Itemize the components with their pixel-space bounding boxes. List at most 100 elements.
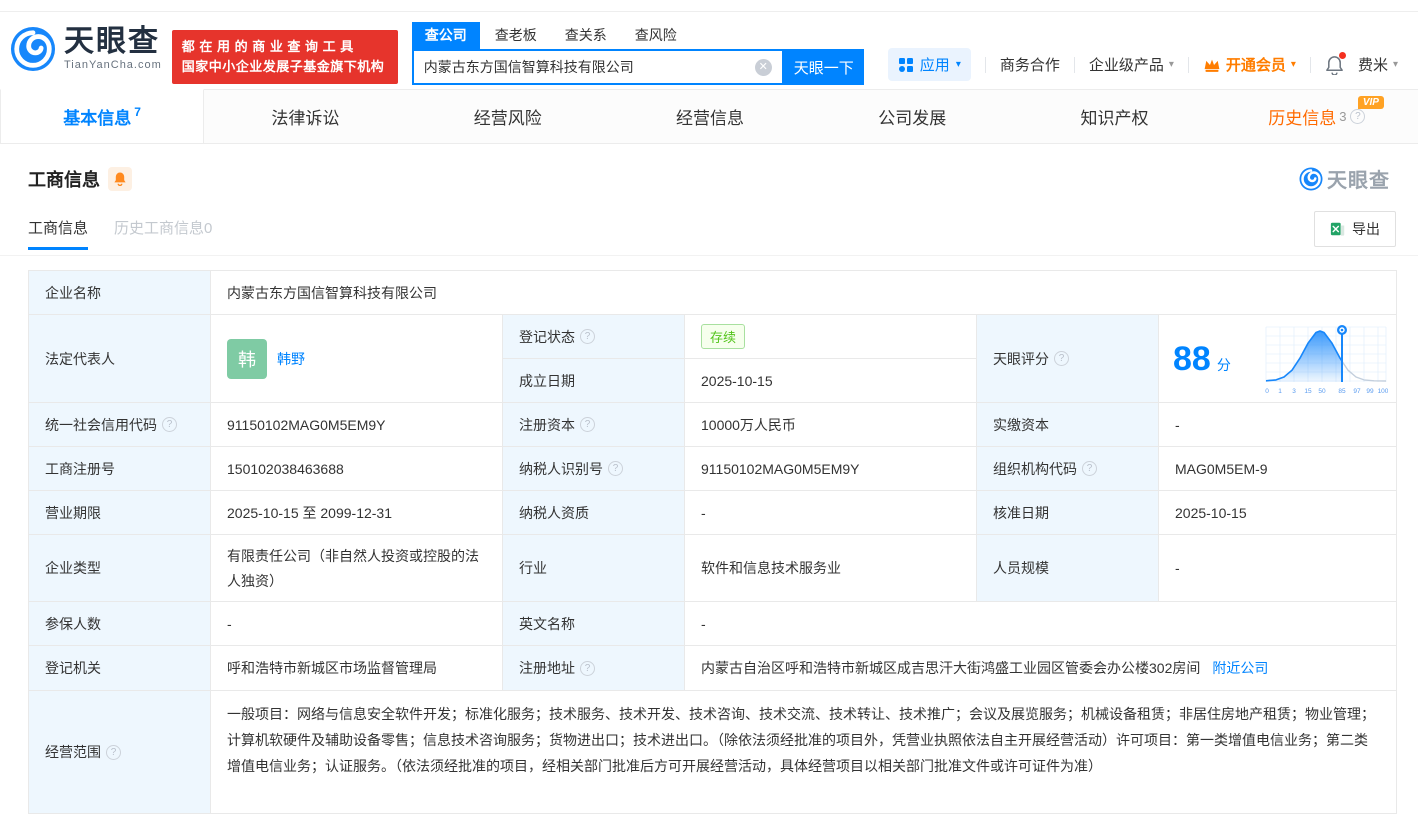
svg-text:3: 3 — [1292, 388, 1296, 395]
subtab-business-registration[interactable]: 工商信息 — [28, 217, 88, 250]
chevron-down-icon: ▾ — [1393, 59, 1398, 70]
menu-divider — [1074, 57, 1075, 73]
help-icon[interactable]: ? — [580, 417, 595, 432]
english-name-label-cell: 英文名称 — [503, 602, 685, 646]
top-header: 天眼查 TianYanCha.com 都 在 用 的 商 业 查 询 工 具 国… — [0, 12, 1418, 89]
subtab-history-registration[interactable]: 历史工商信息0 — [114, 217, 212, 250]
tab-basic-info[interactable]: 基本信息 7 — [0, 89, 204, 143]
vip-crown-icon — [1203, 57, 1221, 73]
legal-rep-value-cell: 韩 韩野 — [211, 315, 503, 403]
insured-count-text: - — [227, 616, 232, 632]
staff-size-label: 人员规模 — [993, 558, 1049, 578]
score-label-cell: 天眼评分 ? — [977, 315, 1159, 403]
taxpayer-quality-text: - — [701, 505, 706, 521]
business-cooperation-link[interactable]: 商务合作 — [1000, 54, 1060, 75]
establish-date-label-cell: 成立日期 — [503, 359, 685, 403]
user-account-menu[interactable]: 费米 ▾ — [1358, 54, 1398, 75]
org-code-label-cell: 组织机构代码 ? — [977, 447, 1159, 491]
svg-text:0: 0 — [1265, 388, 1269, 395]
legal-rep-avatar[interactable]: 韩 — [227, 339, 267, 379]
menu-divider — [1188, 57, 1189, 73]
org-code-text: MAG0M5EM-9 — [1175, 461, 1268, 477]
table-row: 企业名称 内蒙古东方国信智算科技有限公司 — [29, 271, 1396, 315]
tab-intellectual-property[interactable]: 知识产权 — [1013, 90, 1215, 143]
company-name-label: 企业名称 — [45, 283, 101, 303]
search-tab-relation[interactable]: 查关系 — [552, 22, 620, 49]
staff-size-text: - — [1175, 560, 1180, 576]
org-code-label: 组织机构代码 — [993, 459, 1077, 479]
english-name-value: - — [685, 602, 1396, 646]
enterprise-products-label: 企业级产品 — [1089, 54, 1164, 75]
search-input[interactable] — [414, 52, 755, 82]
search-tab-company[interactable]: 查公司 — [412, 22, 480, 49]
vip-badge: VIP — [1358, 96, 1384, 109]
help-icon[interactable]: ? — [608, 461, 623, 476]
monitor-bell-icon — [113, 171, 127, 186]
table-row: 法定代表人 韩 韩野 登记状态 ? 存续 成立日期 2025-10- — [29, 315, 1396, 403]
reg-number-label-cell: 工商注册号 — [29, 447, 211, 491]
svg-text:15: 15 — [1304, 388, 1312, 395]
org-code-value: MAG0M5EM-9 — [1159, 447, 1396, 491]
chevron-down-icon: ▾ — [956, 59, 961, 70]
tab-history-info[interactable]: VIP 历史信息 3 ? — [1216, 90, 1418, 143]
apps-menu-button[interactable]: 应用 ▾ — [888, 48, 971, 81]
tab-business-info-label: 经营信息 — [676, 104, 744, 129]
open-vip-button[interactable]: 开通会员 ▾ — [1203, 54, 1296, 75]
excel-export-icon — [1330, 221, 1346, 237]
taxpayer-quality-label-cell: 纳税人资质 — [503, 491, 685, 535]
paid-capital-value: - — [1159, 403, 1396, 447]
tab-basic-info-label: 基本信息 — [63, 104, 131, 129]
help-icon[interactable]: ? — [1054, 351, 1069, 366]
help-icon[interactable]: ? — [162, 417, 177, 432]
tab-legal-proceedings[interactable]: 法律诉讼 — [204, 90, 406, 143]
page-top-divider — [0, 0, 1418, 12]
nearby-companies-link[interactable]: 附近公司 — [1212, 658, 1268, 678]
help-icon[interactable]: ? — [580, 661, 595, 676]
tab-legal-proceedings-label: 法律诉讼 — [271, 104, 339, 129]
notifications-button[interactable] — [1325, 55, 1344, 75]
business-scope-text: 一般项目：网络与信息安全软件开发；标准化服务；技术服务、技术开发、技术咨询、技术… — [227, 706, 1375, 774]
apps-grid-icon — [898, 57, 914, 73]
search-tab-risk[interactable]: 查风险 — [622, 22, 690, 49]
tab-operating-risk[interactable]: 经营风险 — [407, 90, 609, 143]
search-tab-boss[interactable]: 查老板 — [482, 22, 550, 49]
enterprise-products-menu[interactable]: 企业级产品 ▾ — [1089, 54, 1174, 75]
reg-authority-label-cell: 登记机关 — [29, 646, 211, 691]
tab-company-development[interactable]: 公司发展 — [811, 90, 1013, 143]
credit-code-value: 91150102MAG0M5EM9Y — [211, 403, 503, 447]
section-title: 工商信息 — [28, 166, 100, 192]
help-icon[interactable]: ? — [1350, 109, 1365, 124]
credit-code-label-cell: 统一社会信用代码 ? — [29, 403, 211, 447]
help-icon[interactable]: ? — [580, 329, 595, 344]
paid-capital-label-cell: 实缴资本 — [977, 403, 1159, 447]
monitor-bell-button[interactable] — [108, 167, 132, 191]
header-menu: 应用 ▾ 商务合作 企业级产品 ▾ 开通会员 ▾ 费米 — [888, 48, 1398, 81]
taxpayer-quality-value: - — [685, 491, 977, 535]
industry-label-cell: 行业 — [503, 535, 685, 602]
taxpayer-id-label-cell: 纳税人识别号 ? — [503, 447, 685, 491]
export-button[interactable]: 导出 — [1314, 211, 1396, 247]
promo-banner: 都 在 用 的 商 业 查 询 工 具 国家中小企业发展子基金旗下机构 — [172, 30, 398, 84]
legal-rep-label: 法定代表人 — [45, 349, 115, 369]
business-term-label: 营业期限 — [45, 503, 101, 523]
english-name-text: - — [701, 616, 706, 632]
clear-search-icon[interactable]: ✕ — [755, 59, 772, 76]
score-axis-ticks: 0 1 3 15 50 85 97 99 100 — [1265, 388, 1388, 395]
tianyancha-logo[interactable]: 天眼查 TianYanCha.com — [10, 26, 162, 72]
staff-size-label-cell: 人员规模 — [977, 535, 1159, 602]
reg-authority-value: 呼和浩特市新城区市场监督管理局 — [211, 646, 503, 691]
tab-intellectual-property-label: 知识产权 — [1081, 104, 1149, 129]
chevron-down-icon: ▾ — [1291, 59, 1296, 70]
taxpayer-quality-label: 纳税人资质 — [519, 503, 589, 523]
help-icon[interactable]: ? — [1082, 461, 1097, 476]
legal-rep-name-link[interactable]: 韩野 — [277, 349, 305, 369]
tab-business-info[interactable]: 经营信息 — [609, 90, 811, 143]
reg-address-label-cell: 注册地址 ? — [503, 646, 685, 691]
svg-text:1: 1 — [1278, 388, 1282, 395]
establish-date-row: 成立日期 2025-10-15 — [503, 359, 977, 403]
brand-name: 天眼查 — [64, 27, 162, 57]
search-button[interactable]: 天眼一下 — [784, 49, 864, 85]
help-icon[interactable]: ? — [106, 745, 121, 760]
menu-divider — [1310, 57, 1311, 73]
industry-value: 软件和信息技术服务业 — [685, 535, 977, 602]
